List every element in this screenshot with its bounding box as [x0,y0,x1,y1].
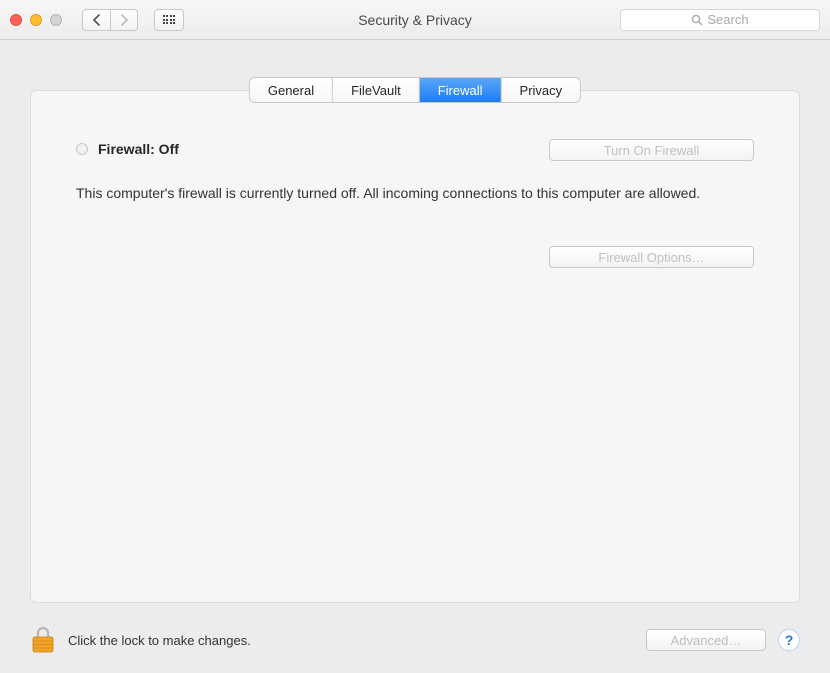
close-window-button[interactable] [10,14,22,26]
status-indicator-icon [76,143,88,155]
tab-firewall[interactable]: Firewall [420,78,502,102]
tab-filevault[interactable]: FileVault [333,78,420,102]
help-button[interactable]: ? [778,629,800,651]
turn-on-firewall-button: Turn On Firewall [549,139,754,161]
nav-buttons [82,9,138,31]
footer: Click the lock to make changes. Advanced… [30,625,800,655]
firewall-description: This computer's firewall is currently tu… [76,183,716,203]
minimize-window-button[interactable] [30,14,42,26]
lock-text: Click the lock to make changes. [68,633,251,648]
chevron-right-icon [120,14,129,26]
content: General FileVault Firewall Privacy Firew… [0,40,830,673]
firewall-panel: Firewall: Off Turn On Firewall This comp… [30,90,800,603]
advanced-button[interactable]: Advanced… [646,629,766,651]
traffic-lights [10,14,62,26]
search-icon [691,14,703,26]
forward-button [110,9,138,31]
lock-icon [30,625,56,655]
back-button[interactable] [82,9,110,31]
lock-button[interactable] [30,625,56,655]
tab-privacy[interactable]: Privacy [502,78,581,102]
chevron-left-icon [92,14,101,26]
firewall-options-button: Firewall Options… [549,246,754,268]
tab-bar: General FileVault Firewall Privacy [250,78,580,102]
zoom-window-button [50,14,62,26]
tab-general[interactable]: General [250,78,333,102]
search-placeholder: Search [707,12,748,27]
titlebar: Security & Privacy Search [0,0,830,40]
window-title: Security & Privacy [358,12,472,28]
search-input[interactable]: Search [620,9,820,31]
grid-icon [163,15,176,24]
firewall-status-label: Firewall: Off [98,141,179,157]
show-all-button[interactable] [154,9,184,31]
